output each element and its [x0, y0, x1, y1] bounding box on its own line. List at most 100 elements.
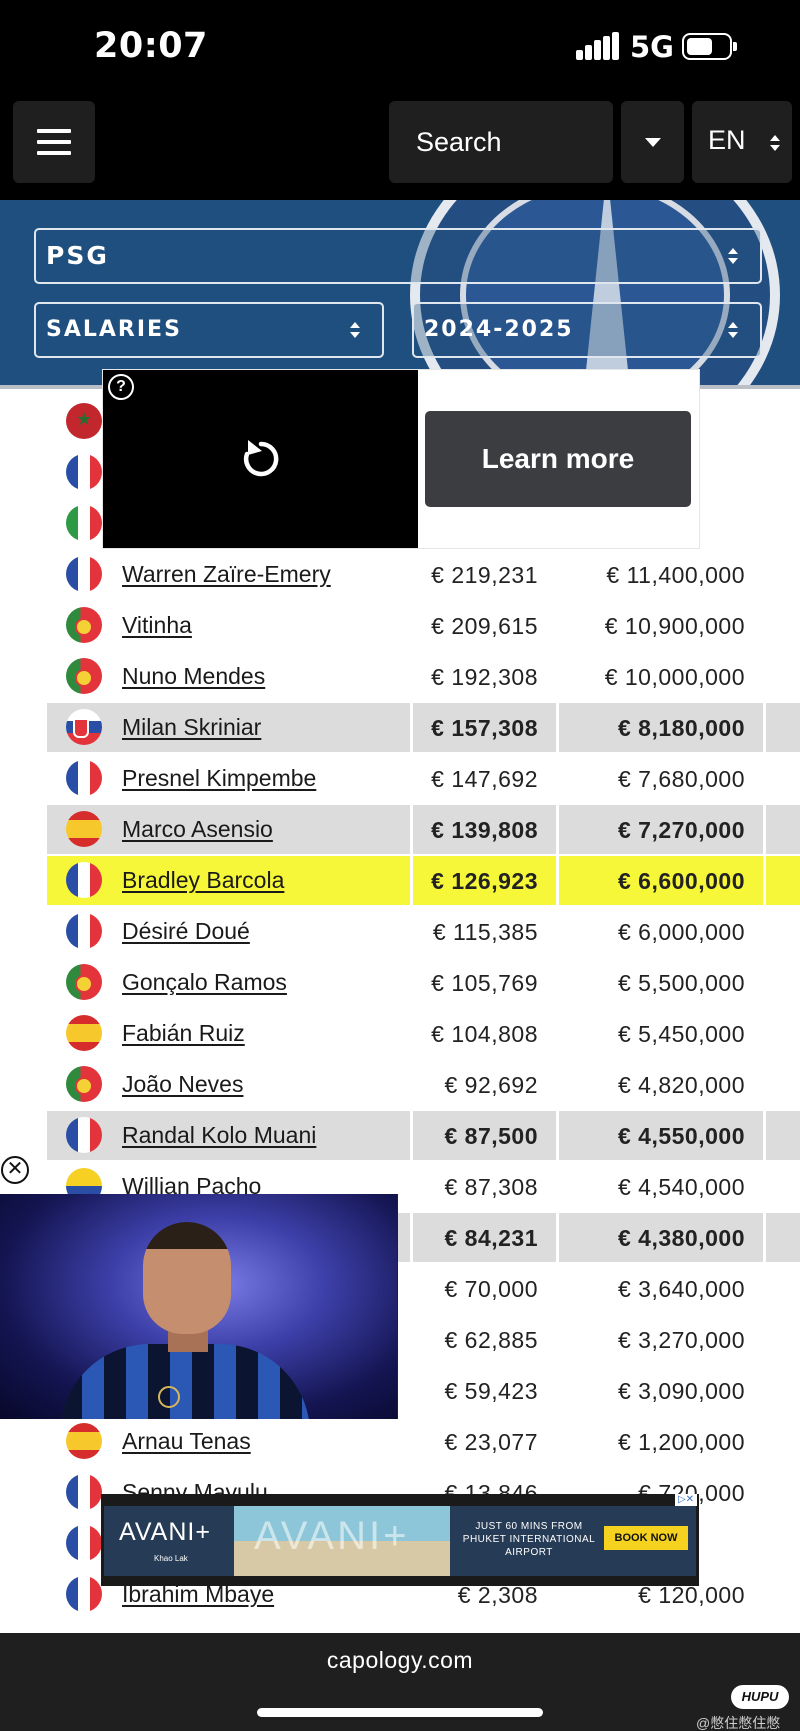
table-row[interactable]: Bradley Barcola € 126,923 € 6,600,000: [47, 856, 800, 907]
ad-close-icon[interactable]: ▷✕: [675, 1494, 697, 1506]
weekly-gross: € 2,308: [457, 1582, 538, 1608]
player-name-link[interactable]: Warren Zaïre-Emery: [122, 561, 331, 588]
player-name-link[interactable]: Fabián Ruiz: [122, 1020, 245, 1047]
weekly-gross-cell: € 70,000: [413, 1264, 556, 1313]
table-row[interactable]: Warren Zaïre-Emery € 219,231 € 11,400,000: [47, 550, 800, 601]
weekly-gross: € 209,615: [431, 613, 538, 639]
portugal-flag-icon: [66, 607, 102, 643]
annual-gross-cell: € 10,900,000: [559, 601, 763, 650]
player-name-link[interactable]: Vitinha: [122, 612, 192, 639]
extra-value-cell: [766, 1468, 800, 1517]
hamburger-menu-button[interactable]: [13, 101, 95, 183]
player-name-link[interactable]: Presnel Kimpembe: [122, 765, 316, 792]
table-row[interactable]: Nuno Mendes € 192,308 € 10,000,000: [47, 652, 800, 703]
status-bar: 20:07 5G: [0, 0, 800, 98]
player-name-cell: Gonçalo Ramos: [108, 958, 410, 1007]
player-name-cell: Arnau Tenas: [108, 1417, 410, 1466]
player-name-link[interactable]: Marco Asensio: [122, 816, 273, 843]
weekly-gross-cell: € 104,808: [413, 1009, 556, 1058]
flag-cell: [47, 754, 108, 803]
language-label: EN: [708, 125, 746, 155]
weekly-gross: € 70,000: [444, 1276, 538, 1302]
top-navigation: Search EN: [0, 98, 800, 200]
table-row[interactable]: Randal Kolo Muani € 87,500 € 4,550,000 € 3: [47, 1111, 800, 1162]
player-name-link[interactable]: Bradley Barcola: [122, 867, 284, 894]
weekly-gross-cell: € 92,692: [413, 1060, 556, 1109]
home-indicator[interactable]: [257, 1708, 543, 1717]
select-arrows-icon: [770, 135, 780, 151]
table-row[interactable]: Gonçalo Ramos € 105,769 € 5,500,000: [47, 958, 800, 1009]
table-row[interactable]: Marco Asensio € 139,808 € 7,270,000 € 3: [47, 805, 800, 856]
extra-value-cell: €: [766, 448, 800, 497]
search-button[interactable]: Search: [389, 101, 613, 183]
portugal-flag-icon: [66, 964, 102, 1000]
table-row[interactable]: Fabián Ruiz € 104,808 € 5,450,000 €: [47, 1009, 800, 1060]
extra-value-cell: [766, 1366, 800, 1415]
url-label[interactable]: capology.com: [0, 1647, 800, 1674]
weekly-gross-cell: € 219,231: [413, 550, 556, 599]
search-dropdown-button[interactable]: [621, 101, 684, 183]
season-select[interactable]: 2024-2025: [412, 302, 762, 358]
weekly-gross: € 92,692: [444, 1072, 538, 1098]
extra-value-cell: € 3: [766, 805, 800, 854]
season-select-value: 2024-2025: [424, 317, 574, 342]
team-select[interactable]: PSG: [34, 228, 762, 284]
annual-gross: € 4,820,000: [617, 1072, 745, 1098]
weekly-gross-cell: € 115,385: [413, 907, 556, 956]
player-name-cell: João Neves: [108, 1060, 410, 1109]
player-name-link[interactable]: Randal Kolo Muani: [122, 1122, 316, 1149]
close-video-icon[interactable]: ✕: [1, 1156, 29, 1184]
category-select-value: SALARIES: [46, 317, 182, 342]
banner-ad[interactable]: AVANI+ Khao Lak AVANI+ JUST 60 MINS FROM…: [101, 1494, 699, 1586]
france-flag-icon: [66, 1117, 102, 1153]
annual-gross: € 10,000,000: [604, 664, 745, 690]
spain-flag-icon: [66, 1015, 102, 1051]
table-row[interactable]: Vitinha € 209,615 € 10,900,000 €: [47, 601, 800, 652]
select-arrows-icon: [350, 322, 360, 338]
extra-value-cell: € 3: [766, 1111, 800, 1160]
extra-value-cell: [766, 1519, 800, 1568]
weekly-gross: € 84,231: [444, 1225, 538, 1251]
flag-cell: [47, 1519, 108, 1568]
france-flag-icon: [66, 1474, 102, 1510]
player-name-link[interactable]: João Neves: [122, 1071, 243, 1098]
ad-location: Khao Lak: [154, 1554, 188, 1563]
france-flag-icon: [66, 1576, 102, 1612]
annual-gross: € 4,540,000: [617, 1174, 745, 1200]
player-name-cell: Milan Skriniar: [108, 703, 410, 752]
flag-cell: [47, 856, 108, 905]
table-row[interactable]: Presnel Kimpembe € 147,692 € 7,680,000: [47, 754, 800, 805]
table-row[interactable]: João Neves € 92,692 € 4,820,000 €: [47, 1060, 800, 1111]
weekly-gross: € 105,769: [431, 970, 538, 996]
flag-cell: [47, 1111, 108, 1160]
player-name-link[interactable]: Nuno Mendes: [122, 663, 265, 690]
player-name-link[interactable]: Arnau Tenas: [122, 1428, 251, 1455]
extra-value-cell: €: [766, 499, 800, 548]
salary-table: €€€Warren Zaïre-Emery€ 219,231€ 11,400,0…: [0, 389, 800, 1633]
annual-gross: € 10,900,000: [604, 613, 745, 639]
replay-icon[interactable]: [238, 436, 284, 482]
table-row[interactable]: Milan Skriniar € 157,308 € 8,180,000 € 3: [47, 703, 800, 754]
flag-cell: [47, 601, 108, 650]
language-select[interactable]: EN: [692, 101, 792, 183]
floating-video-player[interactable]: [0, 1194, 398, 1419]
flag-cell: [47, 1060, 108, 1109]
weekly-gross: € 59,423: [444, 1378, 538, 1404]
book-now-button[interactable]: BOOK NOW: [604, 1526, 688, 1550]
player-name-link[interactable]: Gonçalo Ramos: [122, 969, 287, 996]
extra-value-cell: [766, 1213, 800, 1262]
category-select[interactable]: SALARIES: [34, 302, 384, 358]
extra-value-cell: [766, 1570, 800, 1619]
france-flag-icon: [66, 760, 102, 796]
player-name-cell: Warren Zaïre-Emery: [108, 550, 410, 599]
table-row[interactable]: Désiré Doué € 115,385 € 6,000,000: [47, 907, 800, 958]
extra-value-cell: [766, 907, 800, 956]
table-row[interactable]: Arnau Tenas € 23,077 € 1,200,000: [47, 1417, 800, 1468]
help-icon[interactable]: ?: [108, 374, 134, 400]
annual-gross-cell: € 10,000,000: [559, 652, 763, 701]
player-name-link[interactable]: Milan Skriniar: [122, 714, 261, 741]
player-name-cell: Vitinha: [108, 601, 410, 650]
learn-more-button[interactable]: Learn more: [425, 411, 691, 507]
video-player[interactable]: ?: [103, 370, 418, 548]
player-name-link[interactable]: Désiré Doué: [122, 918, 250, 945]
